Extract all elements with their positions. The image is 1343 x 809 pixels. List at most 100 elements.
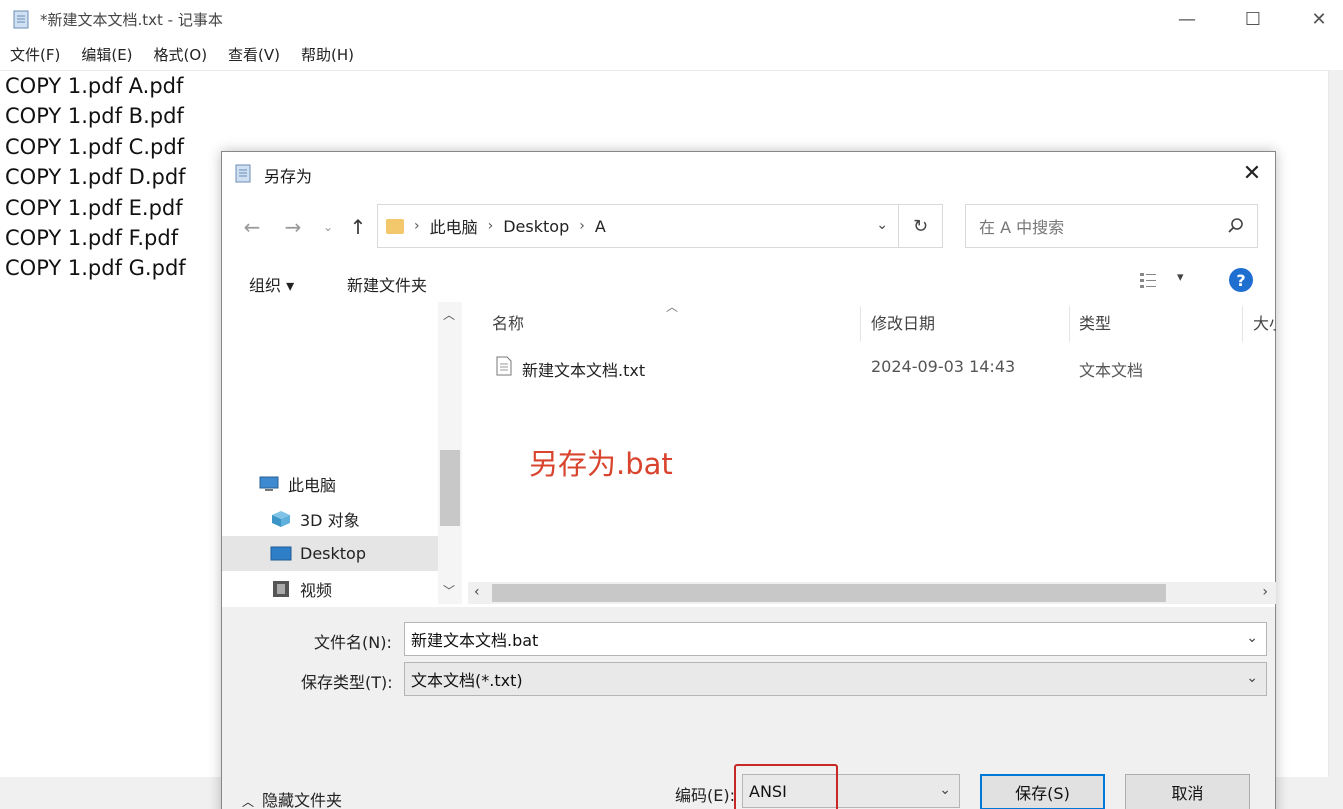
file-row[interactable]: 新建文本文档.txt 2024-09-03 14:43 文本文档 [466, 348, 1276, 384]
address-bar[interactable]: › 此电脑 › Desktop › A ⌄ [377, 204, 899, 248]
chevron-down-icon[interactable]: ▾ [1177, 270, 1184, 285]
minimize-button[interactable]: — [1153, 0, 1221, 38]
text-line: COPY 1.pdf A.pdf [5, 74, 184, 98]
scroll-left-icon[interactable]: ‹ [474, 584, 480, 600]
filetype-select[interactable]: 文本文档(*.txt) ⌄ [404, 662, 1267, 696]
file-name: 新建文本文档.txt [522, 361, 646, 380]
column-divider[interactable] [860, 306, 861, 342]
close-icon: ✕ [1311, 8, 1327, 30]
recent-locations-button[interactable]: ⌄ [315, 214, 341, 240]
filename-label: 文件名(N): [314, 633, 392, 652]
menu-help[interactable]: 帮助(H) [301, 44, 354, 65]
close-icon: ✕ [1242, 160, 1262, 186]
desktop-icon [270, 546, 292, 560]
new-folder-button[interactable]: 新建文件夹 [347, 272, 427, 296]
notepad-icon [13, 10, 29, 29]
video-icon [273, 580, 289, 597]
text-line: COPY 1.pdf B.pdf [5, 104, 184, 129]
menu-view[interactable]: 查看(V) [228, 44, 280, 65]
column-header-type[interactable]: 类型 [1079, 302, 1111, 342]
menu-edit[interactable]: 编辑(E) [81, 44, 132, 65]
view-options-icon[interactable] [1139, 270, 1163, 290]
maximize-icon: ☐ [1244, 8, 1262, 30]
back-button[interactable]: ← [239, 214, 265, 240]
up-arrow-icon: ↑ [349, 215, 367, 239]
forward-button[interactable]: → [280, 214, 306, 240]
column-divider[interactable] [1242, 306, 1243, 342]
search-icon [1228, 218, 1243, 233]
nav-label: 此电脑 [288, 475, 337, 495]
chevron-right-icon: › [487, 218, 494, 234]
encoding-label: 编码(E): [675, 786, 735, 805]
file-type: 文本文档 [1079, 361, 1144, 380]
refresh-icon: ↻ [912, 215, 929, 237]
breadcrumb-a[interactable]: A [595, 217, 606, 236]
back-arrow-icon: ← [243, 215, 261, 239]
navigation-pane: 此电脑 3D 对象 Desktop 视频 图片 文档 下载 音乐 [222, 302, 462, 604]
breadcrumb-desktop[interactable]: Desktop [503, 217, 569, 236]
chevron-right-icon: › [414, 218, 420, 234]
chevron-down-icon[interactable]: ⌄ [1246, 630, 1258, 646]
file-date: 2024-09-03 14:43 [871, 357, 1016, 376]
editor-vertical-scrollbar[interactable] [1329, 70, 1343, 777]
column-divider[interactable] [1069, 306, 1070, 342]
minimize-icon: — [1178, 8, 1196, 30]
nav-label: 3D 对象 [300, 510, 360, 530]
window-title: *新建文本文档.txt - 记事本 [40, 11, 223, 29]
up-button[interactable]: ↑ [345, 214, 371, 240]
save-as-dialog: 另存为 ✕ ← → ⌄ ↑ › 此电脑 › Desktop › A ⌄ ↻ 在 … [221, 151, 1276, 809]
organize-button[interactable]: 组织 ▾ [249, 272, 294, 296]
chevron-down-icon[interactable]: ⌄ [1246, 670, 1258, 686]
menu-file[interactable]: 文件(F) [10, 44, 60, 65]
chevron-down-icon[interactable]: ⌄ [939, 782, 951, 798]
sort-ascending-icon: ︿ [666, 300, 679, 314]
maximize-button[interactable]: ☐ [1219, 0, 1287, 38]
column-header-date[interactable]: 修改日期 [871, 302, 935, 342]
column-header-size[interactable]: 大小 [1253, 302, 1276, 342]
filename-value: 新建文本文档.bat [411, 631, 539, 650]
notepad-titlebar: *新建文本文档.txt - 记事本 — ☐ ✕ [0, 0, 1343, 38]
column-header-name[interactable]: 名称 [492, 302, 524, 342]
nav-item-3d-objects[interactable]: 3D 对象 [222, 501, 438, 536]
computer-icon [259, 476, 279, 491]
menu-bar: 文件(F) 编辑(E) 格式(O) 查看(V) 帮助(H) [0, 38, 1343, 70]
nav-label: 视频 [300, 580, 333, 600]
menu-format[interactable]: 格式(O) [154, 44, 208, 65]
scroll-down-icon[interactable]: ﹀ [443, 582, 455, 599]
search-input[interactable]: 在 A 中搜索 [965, 204, 1258, 248]
refresh-button[interactable]: ↻ [899, 204, 943, 248]
filetype-value: 文本文档(*.txt) [411, 671, 523, 690]
nav-label: Desktop [300, 544, 366, 563]
filename-input[interactable]: 新建文本文档.bat ⌄ [404, 622, 1267, 656]
save-button[interactable]: 保存(S) [980, 774, 1105, 809]
dialog-close-button[interactable]: ✕ [1229, 152, 1275, 194]
close-button[interactable]: ✕ [1285, 0, 1343, 38]
dialog-toolbar: 组织 ▾ 新建文件夹 [222, 262, 1275, 302]
dialog-titlebar: 另存为 ✕ [222, 152, 1275, 194]
folder-icon [386, 218, 404, 234]
scroll-up-icon[interactable]: ︿ [443, 306, 455, 323]
breadcrumb-this-pc[interactable]: 此电脑 [430, 214, 478, 238]
hide-folders-label: 隐藏文件夹 [262, 791, 343, 809]
dialog-title: 另存为 [264, 167, 313, 186]
notepad-icon [235, 164, 251, 183]
text-file-icon [496, 356, 512, 376]
forward-arrow-icon: → [284, 215, 302, 239]
annotation-text: 另存为.bat [529, 447, 673, 481]
hide-folders-toggle[interactable]: ︿ 隐藏文件夹 [242, 787, 342, 809]
file-list-scroll-thumb[interactable] [492, 584, 1166, 602]
cancel-button[interactable]: 取消 [1125, 774, 1250, 809]
help-icon[interactable]: ? [1229, 268, 1253, 292]
scroll-right-icon[interactable]: › [1262, 584, 1268, 600]
3d-objects-icon [272, 510, 290, 527]
nav-item-desktop[interactable]: Desktop [222, 536, 438, 571]
chevron-right-icon: › [579, 218, 585, 234]
chevron-up-icon: ︿ [242, 795, 255, 809]
nav-pane-scroll-thumb[interactable] [440, 450, 460, 526]
nav-item-videos[interactable]: 视频 [222, 571, 438, 604]
nav-item-this-pc[interactable]: 此电脑 [222, 466, 438, 501]
chevron-down-icon: ⌄ [322, 220, 334, 234]
filetype-label: 保存类型(T): [301, 673, 393, 692]
chevron-down-icon[interactable]: ⌄ [876, 217, 888, 233]
search-placeholder: 在 A 中搜索 [979, 218, 1065, 237]
